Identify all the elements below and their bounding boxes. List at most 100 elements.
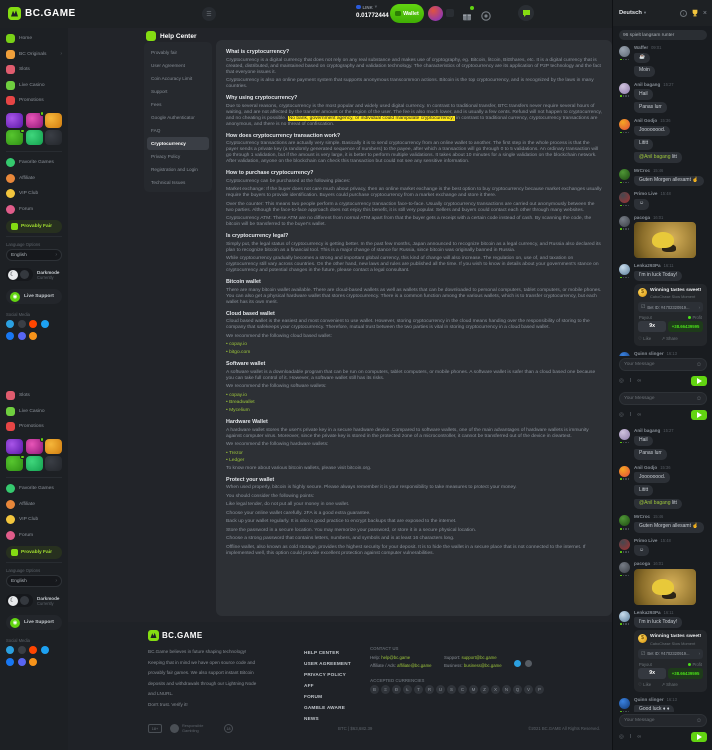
coin-flip-icon[interactable]: ◎ (619, 412, 624, 418)
reddit-icon[interactable] (29, 320, 37, 328)
chat-image[interactable] (634, 222, 696, 258)
theme-toggle-pill[interactable]: ☾ (6, 268, 33, 281)
game-tile-tile-list[interactable] (45, 130, 62, 145)
coin-flip-icon[interactable]: ◎ (619, 378, 624, 384)
game-tile-tile-ball[interactable] (26, 113, 43, 128)
footer-link-user-agreement[interactable]: USER AGREEMENT (304, 658, 351, 669)
sidebar-item-forum[interactable]: Forum (6, 528, 62, 544)
chat-toggle-icon[interactable] (518, 5, 534, 21)
help-menu-item-privacy-policy[interactable]: Privacy Policy (147, 150, 209, 163)
facebook-icon[interactable] (6, 332, 14, 340)
game-tile-tile-gem[interactable] (26, 456, 43, 471)
bet-share-card[interactable]: $Winning tastes sweet!CaboChase Slow Mom… (634, 630, 707, 692)
sidebar-item-favorite-games[interactable]: Favorite Games (6, 155, 62, 171)
chat-language-select[interactable]: Deutsch (619, 10, 642, 16)
gift-icon[interactable] (462, 8, 473, 19)
contact-email-link[interactable]: business@bc.game (464, 663, 502, 668)
game-tile-tile-flask[interactable] (6, 456, 23, 471)
link-icon[interactable]: ∞ (637, 734, 641, 740)
link-icon[interactable]: ∞ (637, 412, 641, 418)
twitter-icon[interactable] (41, 646, 49, 654)
help-menu-item-faq[interactable]: FAQ (147, 124, 209, 137)
footer-link-gamble-aware[interactable]: GAMBLE AWARE (304, 702, 351, 713)
bet-id-row[interactable]: ⚁Bet ID: #4702320919...› (638, 302, 703, 312)
footer-link-privacy-policy[interactable]: PRIVACY POLICY (304, 669, 351, 680)
emoji-icon[interactable]: ☺ (696, 362, 702, 368)
theme-toggle-pill[interactable]: ☾ (6, 594, 33, 607)
send-button[interactable] (691, 376, 707, 386)
share-button[interactable]: ↗ Share (661, 336, 678, 342)
medium-icon[interactable] (18, 320, 26, 328)
avatar[interactable] (619, 515, 630, 526)
font-icon[interactable]: I (630, 734, 632, 740)
bitcointalk-icon[interactable] (29, 332, 37, 340)
telegram-icon[interactable] (6, 646, 14, 654)
sidebar-item-home[interactable]: Home (6, 31, 62, 47)
send-button[interactable] (691, 410, 707, 420)
chat-message-input[interactable]: Your Message☺ (619, 358, 707, 371)
live-support-button[interactable]: ◉Live Support (6, 615, 62, 630)
help-menu-item-registration-and-login[interactable]: Registration and Login (147, 163, 209, 176)
help-menu-item-provably-fair[interactable]: Provably fair (147, 46, 209, 59)
game-tile-tile-ball[interactable] (26, 439, 43, 454)
chat-message-input[interactable]: Your Message☺ (619, 714, 707, 727)
theme-toggle[interactable]: ☾DarkmodeCurrently (6, 594, 62, 607)
game-tile-tile-coin[interactable] (45, 113, 62, 128)
sidebar-item-affiliate[interactable]: Affiliate (6, 171, 62, 187)
reddit-icon[interactable] (29, 646, 37, 654)
footer-link-news[interactable]: NEWS (304, 713, 351, 724)
wallet-link[interactable]: • copay.io (226, 342, 602, 349)
sidebar-item-vip-club[interactable]: VIP Club (6, 512, 62, 528)
language-select[interactable]: English› (6, 575, 62, 587)
avatar[interactable] (619, 216, 630, 227)
avatar[interactable] (619, 192, 630, 203)
vault-icon[interactable] (481, 8, 492, 19)
wallet-link[interactable]: • Breadwallet (226, 400, 602, 407)
sidebar-item-provably-fair[interactable]: Provably Fair (6, 546, 62, 559)
discord-icon[interactable] (18, 658, 26, 666)
avatar[interactable] (619, 611, 630, 622)
telegram-icon[interactable] (514, 660, 521, 667)
live-support-button[interactable]: ◉Live Support (6, 289, 62, 304)
mention-link[interactable]: @Anil bagang (639, 154, 671, 160)
sidebar-item-promotions[interactable]: Promotions (6, 93, 62, 109)
sidebar-toggle-button[interactable]: ☰ (202, 7, 216, 21)
avatar[interactable] (619, 264, 630, 275)
avatar[interactable] (619, 119, 630, 130)
sidebar-item-promotions[interactable]: Promotions (6, 419, 62, 435)
wallet-link[interactable]: • bitgo.com (226, 350, 602, 357)
sidebar-item-bc-originals[interactable]: BC Originals› (6, 47, 62, 63)
wallet-button[interactable]: Wallet (390, 4, 424, 23)
sidebar-item-live-casino[interactable]: Live Casino (6, 404, 62, 420)
footer-link-forum[interactable]: FORUM (304, 691, 351, 702)
trophy-icon[interactable] (691, 9, 699, 17)
like-button[interactable]: ♡ Like (638, 682, 651, 688)
brand-logo[interactable]: BC.GAME (8, 7, 76, 20)
language-select[interactable]: English› (6, 249, 62, 261)
avatar[interactable] (619, 83, 630, 94)
font-icon[interactable]: I (630, 412, 632, 418)
game-tile-tile-list[interactable] (45, 456, 62, 471)
rank-badge[interactable] (446, 9, 454, 17)
wallet-link[interactable]: • Ledger (226, 458, 602, 465)
chat-message-input[interactable]: Your Message☺ (619, 392, 707, 405)
chat-image[interactable] (634, 569, 696, 605)
link-icon[interactable]: ∞ (637, 378, 641, 384)
sidebar-item-favorite-games[interactable]: Favorite Games (6, 481, 62, 497)
emoji-icon[interactable]: ☺ (696, 396, 702, 402)
chat-rules-icon[interactable]: i (680, 10, 687, 17)
theme-toggle[interactable]: ☾DarkmodeCurrently (6, 268, 62, 281)
help-menu-item-user-agreement[interactable]: User Agreement (147, 59, 209, 72)
wallet-link[interactable]: • copay.io (226, 393, 602, 400)
wallet-link[interactable]: • Mycelium (226, 408, 602, 415)
game-tile-tile-flask[interactable] (6, 130, 23, 145)
medium-icon[interactable] (18, 646, 26, 654)
bitcointalk-icon[interactable] (29, 658, 37, 666)
font-icon[interactable]: I (630, 378, 632, 384)
emoji-icon[interactable]: ☺ (696, 718, 702, 724)
sidebar-item-vip-club[interactable]: VIP Club (6, 186, 62, 202)
telegram-icon[interactable] (6, 320, 14, 328)
footer-link-help-center[interactable]: HELP CENTER (304, 647, 351, 658)
footer-link-aff[interactable]: AFF (304, 680, 351, 691)
coin-flip-icon[interactable]: ◎ (619, 734, 624, 740)
